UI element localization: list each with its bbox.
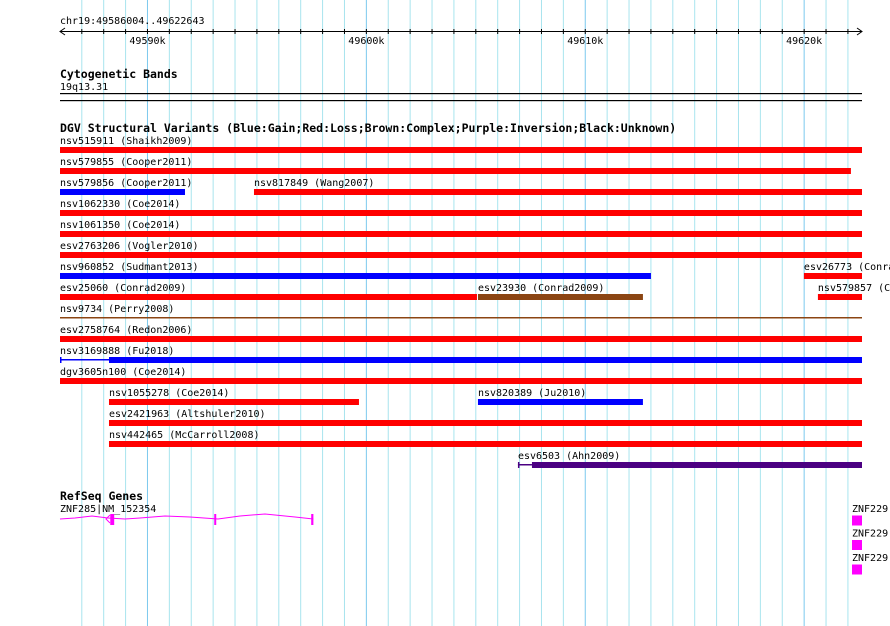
gene-feature[interactable]: ZNF285|NM_152354: [59, 504, 314, 525]
gene-exon[interactable]: [852, 564, 862, 575]
ruler-tick-label: 49620k: [786, 36, 822, 47]
variant-flank-tick: [517, 462, 520, 468]
variant-label: esv2758764 (Redon2006): [60, 325, 192, 336]
variant-feature[interactable]: nsv442465 (McCarroll2008): [108, 430, 862, 447]
ruler-track[interactable]: chr19:49586004..49622643 49590k 49600k 496…: [59, 16, 863, 47]
variant-label: nsv1061350 (Coe2014): [60, 220, 180, 231]
variant-feature[interactable]: nsv3169888 (Fu2018): [60, 346, 862, 363]
variant-feature[interactable]: nsv579857 (C: [817, 283, 890, 300]
refseq-genes-track: RefSeq Genes ZNF285|NM_152354 ZNF229 ZNF22…: [59, 489, 888, 575]
gene-exon[interactable]: [214, 514, 217, 525]
variant-bar[interactable]: [60, 252, 862, 258]
track-title-cytogenetic: Cytogenetic Bands: [60, 67, 178, 81]
gene-feature[interactable]: ZNF229: [852, 553, 888, 575]
gene-exon[interactable]: [311, 514, 314, 525]
variant-feature[interactable]: nsv1061350 (Coe2014): [60, 220, 862, 237]
gene-label: ZNF229: [852, 529, 888, 540]
variant-feature[interactable]: nsv960852 (Sudmant2013): [60, 262, 651, 279]
variant-label: nsv515911 (Shaikh2009): [60, 136, 192, 147]
gene-exon[interactable]: [852, 540, 862, 550]
variant-flank-line[interactable]: [517, 464, 532, 466]
gene-label: ZNF229: [852, 553, 888, 564]
ruler-tick-label: 49610k: [567, 36, 603, 47]
variant-bar[interactable]: [108, 357, 862, 363]
variant-label: esv6503 (Ahn2009): [518, 451, 620, 462]
variant-bar[interactable]: [60, 378, 862, 384]
variant-bar[interactable]: [60, 273, 651, 279]
variant-bar[interactable]: [60, 210, 862, 216]
variant-label: nsv960852 (Sudmant2013): [60, 262, 198, 273]
gene-exon[interactable]: [110, 514, 115, 525]
variant-feature[interactable]: nsv9734 (Perry2008): [60, 304, 862, 319]
variant-feature[interactable]: nsv1055278 (Coe2014): [108, 388, 359, 405]
region-label: chr19:49586004..49622643: [60, 16, 205, 27]
dgv-structural-variants-track: DGV Structural Variants (Blue:Gain;Red:L…: [60, 121, 890, 468]
variant-bar[interactable]: [817, 294, 862, 300]
variant-bar[interactable]: [253, 189, 862, 195]
genome-browser-canvas: chr19:49586004..49622643 49590k 49600k 496…: [59, 0, 890, 626]
variant-bar[interactable]: [60, 336, 862, 342]
variant-label: nsv9734 (Perry2008): [60, 304, 174, 315]
variant-bar[interactable]: [60, 189, 185, 195]
variant-feature[interactable]: esv2758764 (Redon2006): [60, 325, 862, 342]
variant-bar[interactable]: [477, 294, 643, 300]
variant-label: dgv3605n100 (Coe2014): [60, 367, 186, 378]
ruler-tick-label: 49590k: [129, 36, 165, 47]
variant-feature[interactable]: esv23930 (Conrad2009): [477, 283, 643, 300]
cytoband-bar[interactable]: [60, 93, 862, 95]
variant-label: esv25060 (Conrad2009): [60, 283, 186, 294]
variant-bar[interactable]: [108, 441, 862, 447]
variant-label: nsv1055278 (Coe2014): [109, 388, 229, 399]
gene-label: ZNF229: [852, 504, 888, 515]
variant-label: nsv579855 (Cooper2011): [60, 157, 192, 168]
track-divider: [60, 100, 862, 102]
variant-label: nsv817849 (Wang2007): [254, 178, 374, 189]
gene-feature[interactable]: ZNF229: [852, 529, 888, 551]
variant-label: esv2421963 (Altshuler2010): [109, 409, 266, 420]
ruler-tick-label: 49600k: [348, 36, 384, 47]
variant-feature[interactable]: esv6503 (Ahn2009): [517, 451, 862, 468]
variant-bar[interactable]: [803, 273, 862, 279]
variant-feature[interactable]: dgv3605n100 (Coe2014): [60, 367, 862, 384]
variant-bar[interactable]: [60, 231, 862, 237]
variant-bar[interactable]: [60, 317, 862, 319]
variant-label: nsv442465 (McCarroll2008): [109, 430, 260, 441]
gene-feature[interactable]: ZNF229: [852, 504, 888, 526]
variant-label: nsv1062330 (Coe2014): [60, 199, 180, 210]
variant-bar[interactable]: [108, 399, 359, 405]
variant-label: nsv579856 (Cooper2011): [60, 178, 192, 189]
variant-feature[interactable]: nsv579856 (Cooper2011): [60, 178, 192, 195]
variant-feature[interactable]: nsv820389 (Ju2010): [477, 388, 643, 405]
cytogenetic-bands-track: Cytogenetic Bands 19q13.31: [60, 67, 862, 102]
variant-feature[interactable]: nsv515911 (Shaikh2009): [60, 136, 862, 153]
gene-label: ZNF285|NM_152354: [60, 504, 156, 515]
variant-bar[interactable]: [60, 147, 862, 153]
cytoband-label: 19q13.31: [60, 82, 108, 93]
variant-bar[interactable]: [108, 420, 862, 426]
variant-feature[interactable]: nsv579855 (Cooper2011): [60, 157, 851, 174]
variant-bar[interactable]: [531, 462, 862, 468]
track-title-dgv: DGV Structural Variants (Blue:Gain;Red:L…: [60, 121, 676, 135]
variant-flank-tick: [60, 357, 62, 363]
gene-exon[interactable]: [852, 515, 862, 526]
variant-flank-line[interactable]: [60, 359, 109, 361]
variant-feature[interactable]: esv25060 (Conrad2009): [60, 283, 477, 300]
variant-label: nsv3169888 (Fu2018): [60, 346, 174, 357]
variant-label: esv2763206 (Vogler2010): [60, 241, 198, 252]
variant-bar[interactable]: [477, 399, 643, 405]
variant-feature[interactable]: esv2763206 (Vogler2010): [60, 241, 862, 258]
variant-label: nsv579857 (C: [818, 283, 890, 294]
variant-bar[interactable]: [60, 168, 851, 174]
variant-feature[interactable]: esv2421963 (Altshuler2010): [108, 409, 862, 426]
variant-feature[interactable]: nsv1062330 (Coe2014): [60, 199, 862, 216]
variant-feature[interactable]: nsv817849 (Wang2007): [253, 178, 862, 195]
variant-label: esv26773 (Conra: [804, 262, 890, 273]
variant-feature[interactable]: esv26773 (Conra: [803, 262, 890, 279]
strand-arrow-icon: [105, 514, 111, 524]
variant-bar[interactable]: [60, 294, 477, 300]
variant-label: esv23930 (Conrad2009): [478, 283, 604, 294]
variant-label: nsv820389 (Ju2010): [478, 388, 586, 399]
track-title-refseq: RefSeq Genes: [60, 489, 143, 503]
